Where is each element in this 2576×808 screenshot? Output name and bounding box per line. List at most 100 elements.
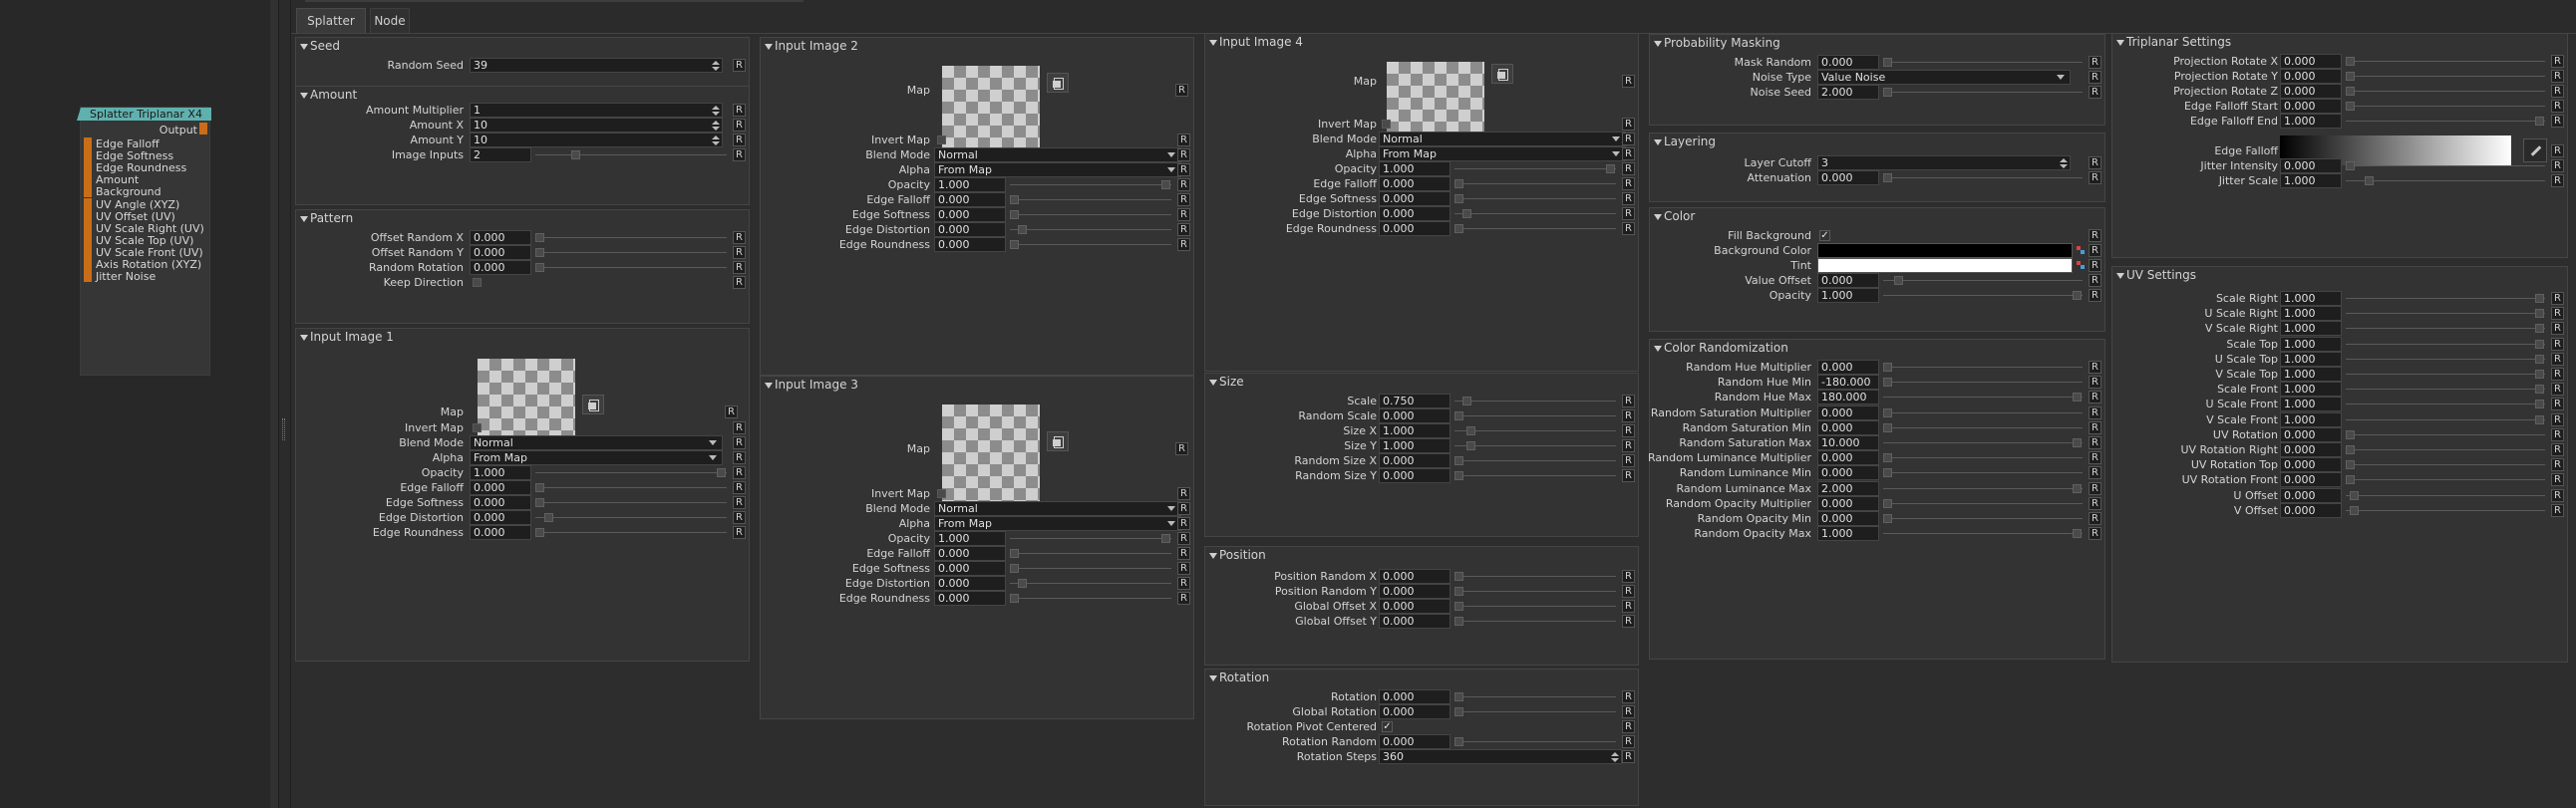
slider-handle[interactable] (2349, 490, 2359, 500)
slider-track[interactable] (1010, 568, 1171, 569)
reset-button[interactable]: R (2551, 174, 2564, 187)
section-header-input2[interactable]: Input Image 2 (761, 38, 1193, 55)
slider-handle[interactable] (1883, 88, 1892, 97)
alpha-dropdown[interactable]: From Map (470, 450, 723, 465)
slider-handle[interactable] (2073, 393, 2082, 403)
reset-button[interactable]: R (733, 59, 746, 72)
section-header-input3[interactable]: Input Image 3 (761, 377, 1193, 394)
param-value-field[interactable]: 0.000 (470, 245, 531, 260)
param-value-field[interactable]: 0.000 (2280, 54, 2342, 69)
reset-button[interactable]: R (1622, 133, 1635, 145)
reset-button[interactable]: R (733, 276, 746, 289)
slider-handle[interactable] (2535, 117, 2544, 126)
section-header-probability[interactable]: Probability Masking (1650, 35, 2104, 52)
slider-handle[interactable] (535, 483, 544, 492)
slider-handle[interactable] (1454, 179, 1463, 188)
random-seed-field[interactable]: 39 (470, 58, 723, 73)
param-value-field[interactable]: 0.000 (1379, 569, 1450, 584)
load-image-icon[interactable] (1491, 64, 1513, 84)
reset-button[interactable]: R (1177, 487, 1190, 500)
reset-button[interactable]: R (1177, 547, 1190, 560)
reset-button[interactable]: R (2551, 503, 2564, 517)
load-image-icon[interactable] (1047, 73, 1069, 93)
slider-handle[interactable] (2346, 102, 2355, 111)
slider-track[interactable] (535, 502, 727, 503)
slider-track[interactable] (535, 532, 727, 533)
slider-handle[interactable] (2535, 354, 2544, 364)
reset-button[interactable]: R (2551, 115, 2564, 128)
slider-handle[interactable] (1454, 572, 1463, 581)
section-header-colorrand[interactable]: Color Randomization (1650, 340, 2104, 357)
slider-handle[interactable] (535, 498, 544, 507)
param-value-field[interactable]: 0.000 (2280, 99, 2342, 114)
tab-splatter[interactable]: Splatter 2D X4 (296, 8, 366, 53)
node-output-port[interactable] (199, 123, 207, 135)
slider-track[interactable] (1883, 382, 2083, 384)
reset-button[interactable]: R (2551, 307, 2564, 321)
param-value-field[interactable]: 0.000 (2280, 158, 2342, 173)
param-value-field[interactable]: 0.000 (2280, 472, 2342, 488)
invert-map-checkbox[interactable] (473, 423, 482, 432)
reset-button[interactable]: R (2551, 292, 2564, 305)
slider-handle[interactable] (1010, 210, 1019, 219)
map-reset-button[interactable]: R (1622, 75, 1635, 88)
tint-color-swatch[interactable] (1817, 258, 2073, 273)
reset-button[interactable]: R (2089, 405, 2101, 419)
section-header-triplanar[interactable]: Triplanar Settings (2112, 34, 2567, 51)
reset-button[interactable]: R (1622, 720, 1635, 733)
tab-node[interactable]: Node (370, 8, 410, 33)
slider-track[interactable] (1883, 472, 2083, 474)
map-reset-button[interactable]: R (1175, 84, 1188, 97)
param-value-field[interactable]: 1.000 (2280, 336, 2342, 352)
section-header-input4[interactable]: Input Image 4 (1205, 34, 1638, 51)
slider-track[interactable] (1454, 696, 1616, 697)
reset-button[interactable]: R (2551, 368, 2564, 381)
slider-track[interactable] (1454, 460, 1616, 461)
reset-button[interactable]: R (1622, 615, 1635, 628)
slider-track[interactable] (535, 472, 727, 473)
reset-button[interactable]: R (1622, 750, 1635, 763)
reset-button[interactable]: R (1622, 705, 1635, 718)
stepper-arrows-icon[interactable] (712, 119, 720, 132)
alpha-dropdown[interactable]: From Map (934, 162, 1181, 177)
param-value-field[interactable]: 1.000 (1379, 161, 1450, 176)
stepper-arrows-icon[interactable] (2060, 156, 2068, 169)
slider-track[interactable] (2346, 180, 2545, 181)
slider-track[interactable] (2346, 165, 2545, 166)
slider-track[interactable] (1883, 397, 2083, 399)
slider-track[interactable] (535, 237, 727, 238)
map-reset-button[interactable]: R (1175, 442, 1188, 455)
param-value-field[interactable]: 0.000 (934, 207, 1006, 222)
param-value-field[interactable]: 0.000 (934, 546, 1006, 561)
slider-handle[interactable] (1466, 426, 1476, 435)
slider-handle[interactable] (1454, 471, 1463, 480)
section-header-rotation[interactable]: Rotation (1205, 670, 1638, 686)
param-value-field[interactable]: 0.000 (2280, 84, 2342, 99)
reset-button[interactable]: R (733, 436, 746, 449)
slider-track[interactable] (1010, 538, 1171, 539)
slider-handle[interactable] (1010, 549, 1019, 558)
fill-background-checkbox[interactable]: ✓ (1819, 230, 1830, 241)
param-value-field[interactable]: 1.000 (2280, 382, 2342, 398)
slider-handle[interactable] (2073, 438, 2082, 447)
reset-button[interactable]: R (2551, 322, 2564, 336)
slider-track[interactable] (2346, 418, 2545, 420)
param-value-field[interactable]: 0.000 (1817, 511, 1879, 526)
node-input-socket[interactable]: Jitter Noise (84, 269, 211, 283)
param-value-field[interactable]: 2.000 (1817, 480, 1879, 496)
reset-button[interactable]: R (733, 134, 746, 146)
slider-handle[interactable] (2535, 400, 2544, 409)
slider-handle[interactable] (2346, 72, 2355, 81)
reset-button[interactable]: R (1622, 147, 1635, 160)
reset-button[interactable]: R (2551, 488, 2564, 502)
reset-button[interactable]: R (2089, 451, 2101, 465)
node-title[interactable]: Splatter Triplanar X4 (77, 108, 211, 121)
param-value-field[interactable]: 1.000 (2280, 114, 2342, 129)
reset-button[interactable]: R (1177, 178, 1190, 191)
reset-button[interactable]: R (2089, 244, 2101, 257)
slider-track[interactable] (535, 487, 727, 488)
reset-button[interactable]: R (2089, 466, 2101, 480)
blend-dropdown[interactable]: Normal (934, 501, 1181, 516)
slider-track[interactable] (2346, 464, 2545, 466)
slider-track[interactable] (2346, 358, 2545, 360)
